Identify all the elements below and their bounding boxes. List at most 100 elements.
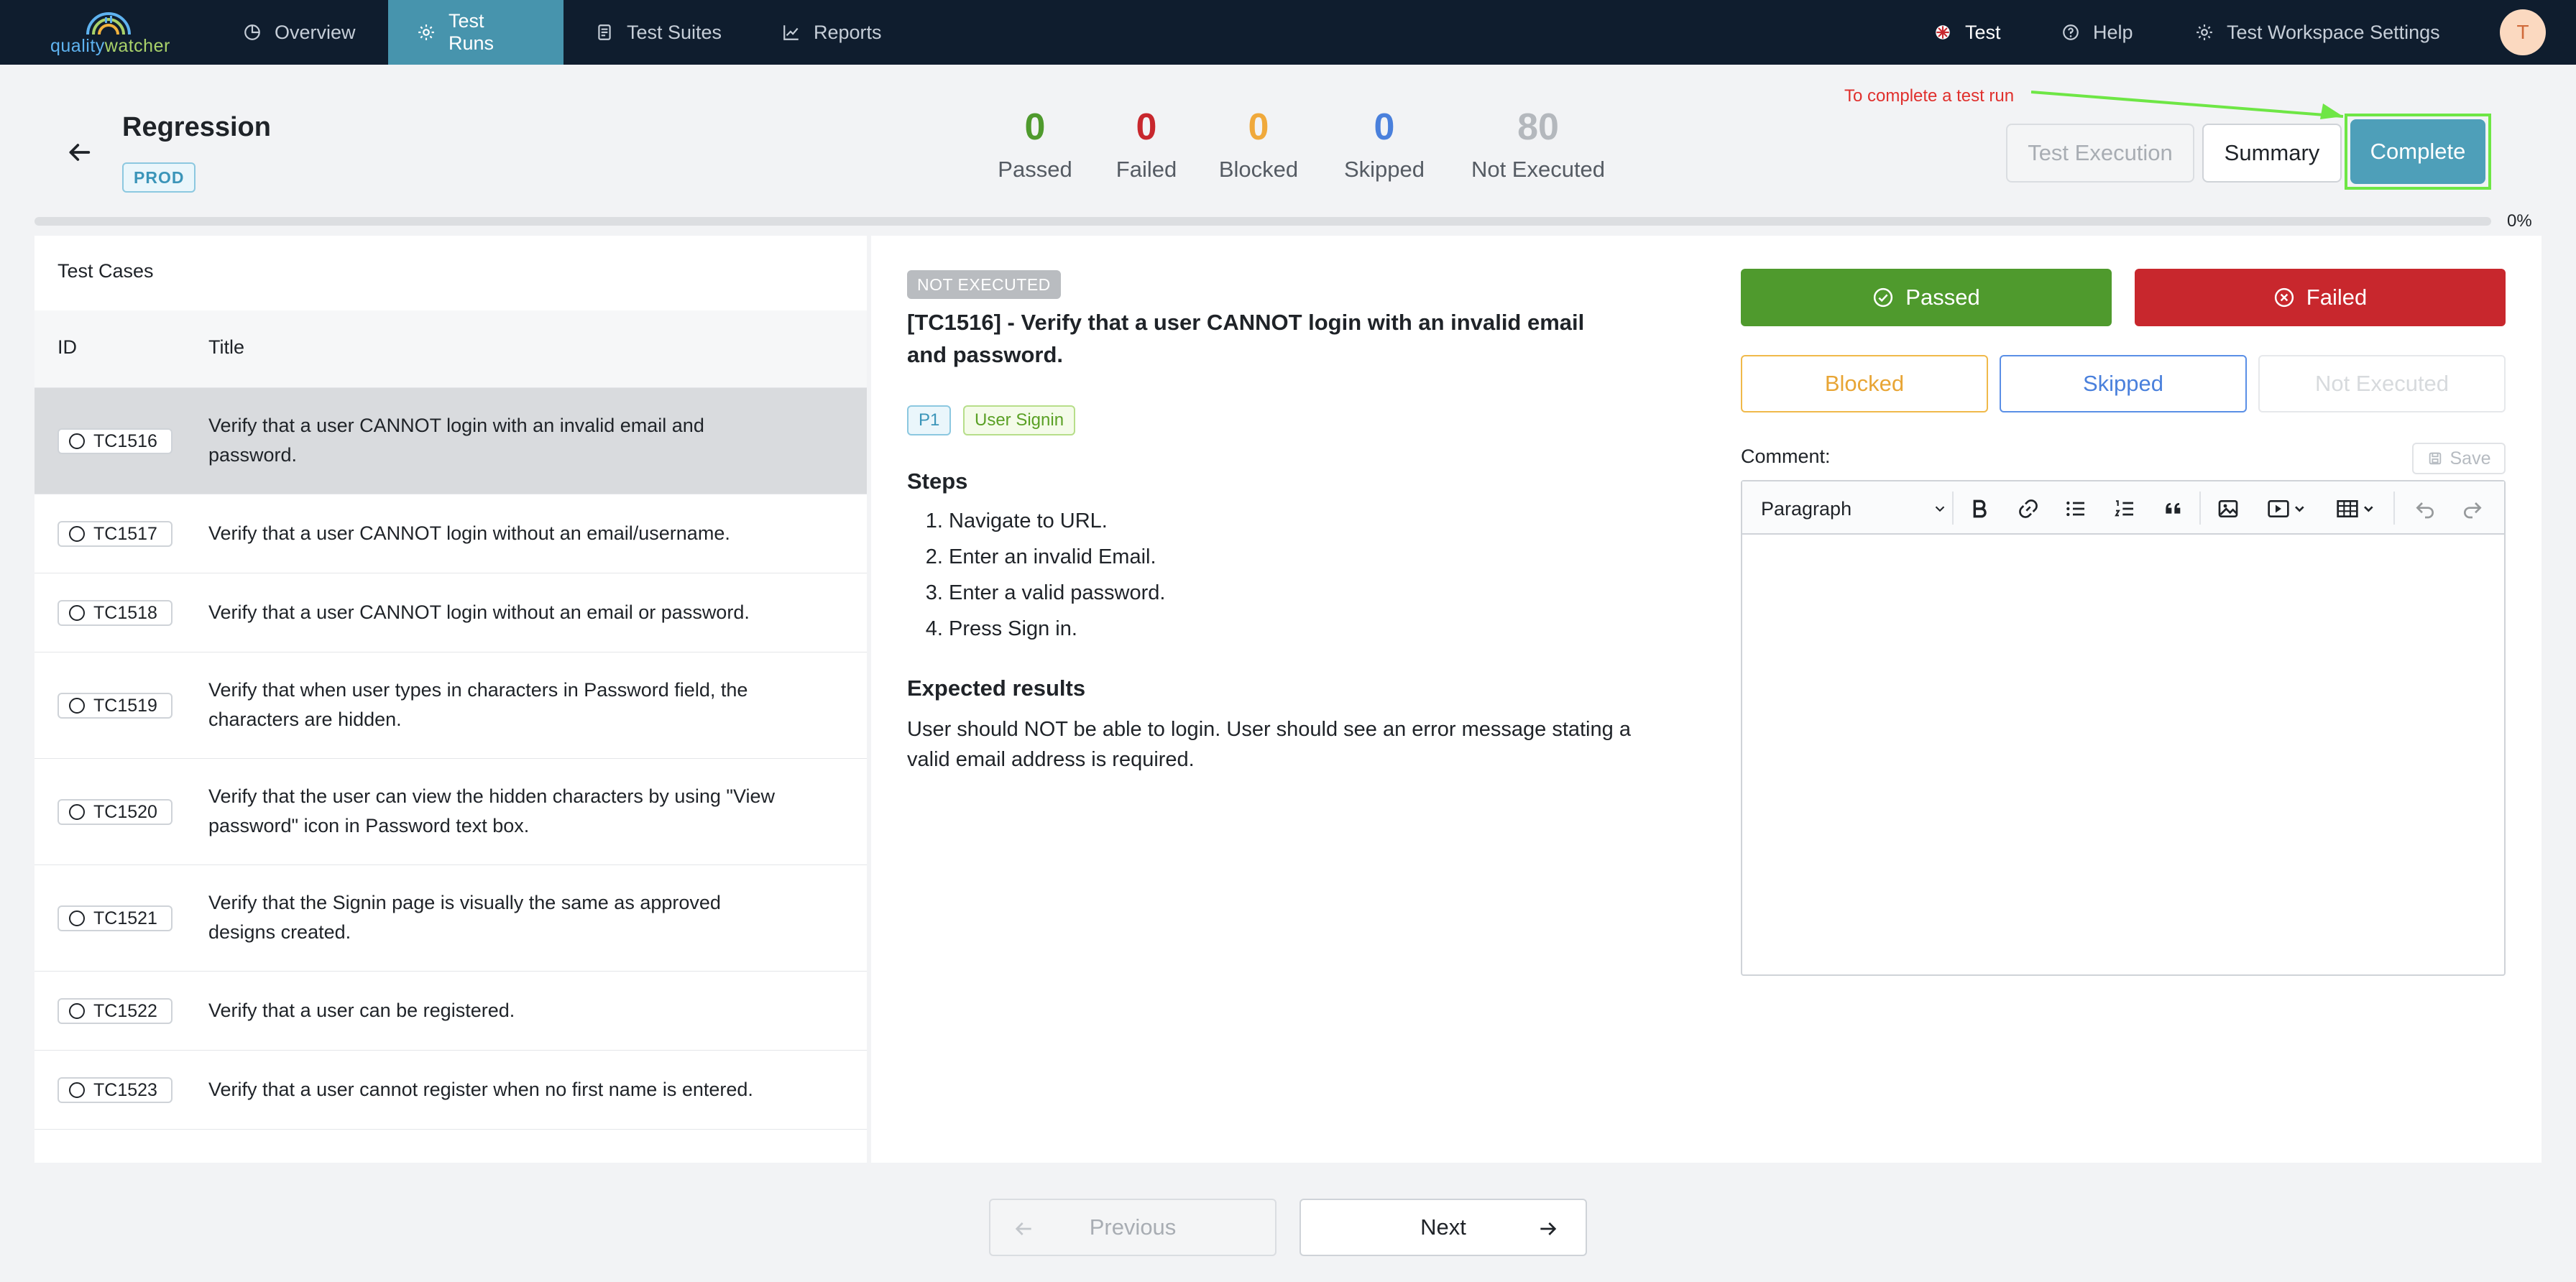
mark-not-executed-button[interactable]: Not Executed	[2258, 355, 2506, 412]
project-logo-icon	[1933, 23, 1952, 42]
summary-button[interactable]: Summary	[2202, 124, 2342, 183]
paragraph-style-select[interactable]: Paragraph	[1761, 494, 1948, 523]
mark-blocked-button[interactable]: Blocked	[1741, 355, 1988, 412]
bold-icon[interactable]	[1968, 497, 1991, 520]
expected-results-text: User should NOT be able to login. User s…	[907, 718, 1631, 771]
test-case-id: TC1520	[58, 799, 172, 825]
nav-help[interactable]: Help	[2033, 0, 2162, 65]
arrow-left-icon	[1012, 1217, 1035, 1240]
top-navigation: qualitywatcher Overview Test Runs Test S…	[0, 0, 2576, 65]
stat-failed: 0 Failed	[1107, 105, 1186, 183]
project-switcher[interactable]: Test	[1905, 0, 2030, 65]
pie-chart-icon	[243, 23, 262, 42]
blockquote-icon[interactable]	[2162, 497, 2185, 520]
stat-label: Skipped	[1343, 157, 1425, 182]
step-item: Enter an invalid Email.	[949, 539, 1165, 575]
media-embed-icon[interactable]	[2267, 497, 2310, 520]
bullet-list-icon[interactable]	[2064, 497, 2087, 520]
logo-text: qualitywatcher	[50, 36, 170, 56]
test-case-id: TC1521	[58, 905, 172, 931]
status-circle-icon	[69, 698, 85, 714]
table-row[interactable]: TC1522 Verify that a user can be registe…	[34, 972, 867, 1051]
test-case-id: TC1523	[58, 1077, 172, 1103]
nav-test-suites[interactable]: Test Suites	[566, 0, 750, 65]
nav-workspace-settings[interactable]: Test Workspace Settings	[2166, 0, 2469, 65]
nav-reports[interactable]: Reports	[753, 0, 911, 65]
annotation-text: To complete a test run	[1844, 86, 2015, 106]
table-row[interactable]: TC1520 Verify that the user can view the…	[34, 759, 867, 865]
test-case-title: Verify that a user can be registered.	[208, 1000, 515, 1021]
table-row[interactable]: TC1519 Verify that when user types in ch…	[34, 652, 867, 759]
check-circle-icon	[1872, 287, 1894, 308]
stat-value: 0	[1374, 106, 1395, 148]
save-comment-button[interactable]: Save	[2412, 443, 2506, 474]
comment-text-area[interactable]	[1742, 535, 2504, 974]
test-case-id: TC1516	[58, 428, 172, 454]
test-case-title: Verify that a user CANNOT login without …	[208, 601, 750, 623]
table-header: ID Title	[34, 310, 867, 388]
comment-label: Comment:	[1741, 446, 1831, 467]
link-icon[interactable]	[2017, 497, 2040, 520]
steps-heading: Steps	[907, 469, 968, 494]
nav-test-runs[interactable]: Test Runs	[388, 0, 564, 65]
column-header-title: Title	[208, 336, 245, 358]
arrow-right-icon	[1537, 1217, 1560, 1240]
nav-overview[interactable]: Overview	[214, 0, 385, 65]
table-row[interactable]: TC1518 Verify that a user CANNOT login w…	[34, 573, 867, 652]
test-cases-heading: Test Cases	[58, 260, 154, 282]
step-item: Enter a valid password.	[949, 575, 1165, 611]
logo-arc-icon	[86, 12, 131, 35]
comment-editor: Paragraph	[1741, 480, 2506, 976]
x-circle-icon	[2273, 287, 2295, 308]
feature-tag: User Signin	[963, 405, 1076, 435]
table-row[interactable]: TC1516 Verify that a user CANNOT login w…	[34, 388, 867, 494]
column-header-id: ID	[58, 336, 77, 358]
table-row[interactable]: TC1517 Verify that a user CANNOT login w…	[34, 494, 867, 573]
stat-not-executed: 80 Not Executed	[1466, 105, 1610, 183]
image-icon[interactable]	[2217, 497, 2240, 520]
test-execution-button[interactable]: Test Execution	[2006, 124, 2194, 183]
numbered-list-icon[interactable]	[2113, 497, 2136, 520]
test-case-title: Verify that the Signin page is visually …	[208, 892, 721, 943]
environment-badge: PROD	[122, 162, 196, 193]
stat-label: Blocked	[1218, 157, 1299, 182]
next-button[interactable]: Next	[1300, 1199, 1587, 1256]
stat-blocked: 0 Blocked	[1213, 105, 1304, 183]
run-title: Regression	[122, 112, 271, 142]
progress-bar	[34, 217, 2491, 226]
mark-passed-button[interactable]: Passed	[1741, 269, 2112, 326]
table-row[interactable]: TC1521 Verify that the Signin page is vi…	[34, 865, 867, 972]
status-badge: NOT EXECUTED	[907, 270, 1061, 299]
test-case-id: TC1522	[58, 998, 172, 1024]
stat-value: 0	[1024, 106, 1046, 148]
test-case-title: Verify that a user CANNOT login with an …	[208, 415, 704, 466]
back-arrow-icon[interactable]	[65, 138, 93, 167]
help-icon	[2061, 23, 2080, 42]
step-item: Press Sign in.	[949, 611, 1165, 647]
table-row[interactable]: TC1523 Verify that a user cannot registe…	[34, 1051, 867, 1130]
step-item: Navigate to URL.	[949, 503, 1165, 539]
status-circle-icon	[69, 605, 85, 621]
test-case-list-panel: Test Cases ID Title TC1516 Verify that a…	[34, 236, 867, 1163]
editor-toolbar: Paragraph	[1742, 481, 2504, 535]
redo-icon[interactable]	[2461, 497, 2484, 520]
previous-button[interactable]: Previous	[989, 1199, 1276, 1256]
stat-label: Not Executed	[1471, 157, 1606, 182]
complete-button[interactable]: Complete	[2350, 119, 2485, 184]
chevron-down-icon	[1932, 501, 1948, 517]
quality-watcher-logo[interactable]: qualitywatcher	[49, 7, 170, 57]
mark-failed-button[interactable]: Failed	[2135, 269, 2506, 326]
document-icon	[595, 23, 614, 42]
mark-skipped-button[interactable]: Skipped	[2000, 355, 2247, 412]
steps-list: Navigate to URL. Enter an invalid Email.…	[907, 503, 1165, 647]
user-avatar[interactable]: T	[2500, 9, 2546, 55]
table-icon[interactable]	[2336, 497, 2379, 520]
undo-icon[interactable]	[2414, 497, 2437, 520]
test-case-id: TC1518	[58, 600, 172, 626]
test-case-title: Verify that a user CANNOT login without …	[208, 522, 730, 544]
stat-skipped: 0 Skipped	[1338, 105, 1430, 183]
test-case-id: TC1519	[58, 693, 172, 719]
stat-value: 0	[1136, 106, 1157, 148]
status-circle-icon	[69, 910, 85, 926]
status-circle-icon	[69, 526, 85, 542]
